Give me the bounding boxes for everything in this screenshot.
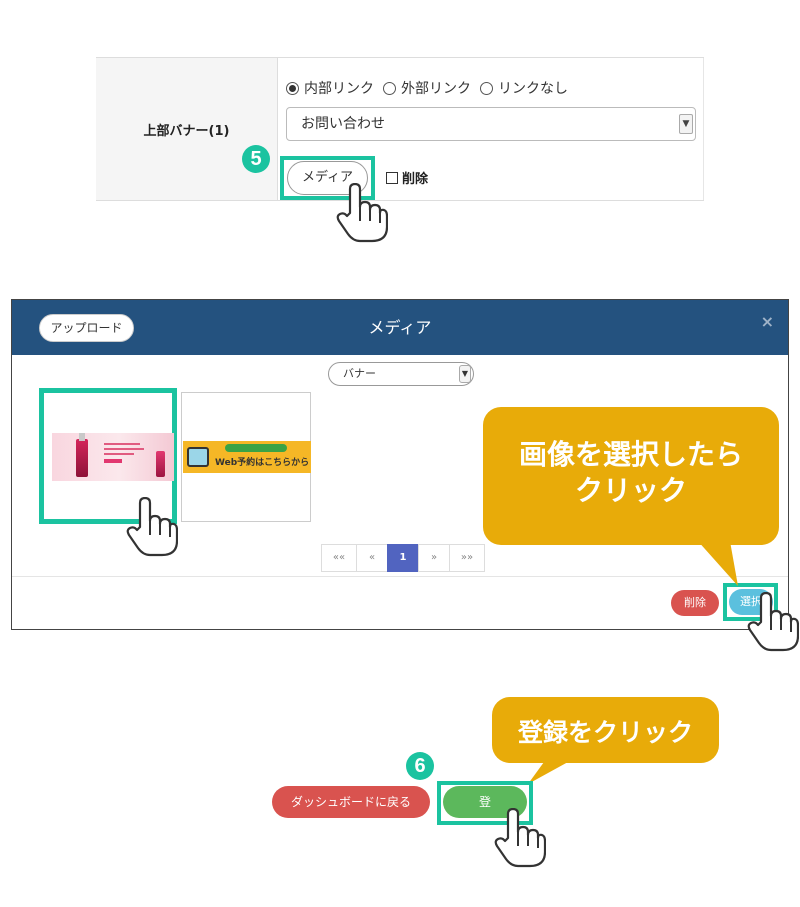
radio-label: 内部リンク — [304, 81, 374, 97]
radio-internal-link[interactable]: 内部リンク — [286, 78, 374, 98]
callout-register: 登録をクリック — [492, 697, 719, 763]
category-select[interactable]: バナー ▼ — [328, 362, 474, 386]
radio-no-link[interactable]: リンクなし — [480, 78, 568, 98]
pagination-first[interactable]: «« — [321, 544, 357, 572]
select-value: お問い合わせ — [301, 116, 385, 132]
form-label: 上部バナー(1) — [143, 123, 230, 139]
callout-line-1: 画像を選択したら — [518, 439, 743, 470]
radio-label: リンクなし — [498, 81, 568, 97]
chevron-down-icon[interactable]: ▼ — [679, 114, 693, 134]
category-select-value: バナー — [343, 367, 376, 380]
modal-delete-button[interactable]: 削除 — [671, 590, 719, 616]
delete-checkbox[interactable]: 削除 — [386, 168, 428, 187]
web-reservation-banner-image: Web予約はこちらから — [183, 441, 311, 473]
serum-bottle-graphic — [76, 433, 88, 477]
checkbox-box[interactable] — [386, 171, 398, 184]
pagination-next[interactable]: » — [418, 544, 450, 572]
cosmetics-banner-image — [52, 433, 174, 481]
callout-register-text: 登録をクリック — [517, 719, 693, 747]
chevron-down-icon[interactable]: ▼ — [459, 365, 471, 383]
radio-external-link[interactable]: 外部リンク — [383, 78, 471, 98]
serum-bottle-graphic — [156, 451, 165, 477]
radio-button-checked[interactable] — [286, 81, 299, 95]
modal-header: アップロード メディア × — [12, 300, 788, 355]
pagination-last[interactable]: »» — [449, 544, 485, 572]
pointer-hand-icon — [747, 592, 799, 652]
radio-label: 外部リンク — [401, 81, 471, 97]
image-thumbnail[interactable]: Web予約はこちらから — [181, 392, 311, 522]
radio-button[interactable] — [480, 81, 493, 95]
link-type-radio-group: 内部リンク 外部リンク リンクなし — [286, 78, 577, 98]
pointer-hand-icon — [336, 183, 388, 243]
modal-footer-divider — [12, 576, 788, 577]
pagination-page-1[interactable]: 1 — [387, 544, 419, 572]
tablet-icon — [187, 447, 209, 467]
modal-title: メディア — [368, 318, 432, 337]
pointer-hand-icon — [494, 808, 546, 868]
radio-button[interactable] — [383, 81, 396, 95]
pagination-prev[interactable]: « — [356, 544, 388, 572]
banner-text: Web予約はこちらから — [215, 458, 310, 468]
link-page-select[interactable]: お問い合わせ ▼ — [286, 107, 696, 141]
delete-checkbox-label: 削除 — [402, 172, 429, 187]
pointer-hand-icon — [126, 497, 178, 557]
step-6-badge: 6 — [406, 752, 434, 780]
pagination: «« « 1 » »» — [321, 544, 485, 572]
callout-select-image-text: 画像を選択したら クリック — [483, 437, 779, 509]
step-5-badge: 5 — [242, 145, 270, 173]
form-label-cell: 上部バナー(1) — [96, 58, 278, 200]
close-icon[interactable]: × — [761, 312, 774, 331]
banner-green-tag — [225, 444, 287, 452]
back-to-dashboard-button[interactable]: ダッシュボードに戻る — [272, 786, 430, 818]
callout-select-image: 画像を選択したら クリック — [483, 407, 779, 545]
callout-line-2: クリック — [574, 475, 687, 506]
